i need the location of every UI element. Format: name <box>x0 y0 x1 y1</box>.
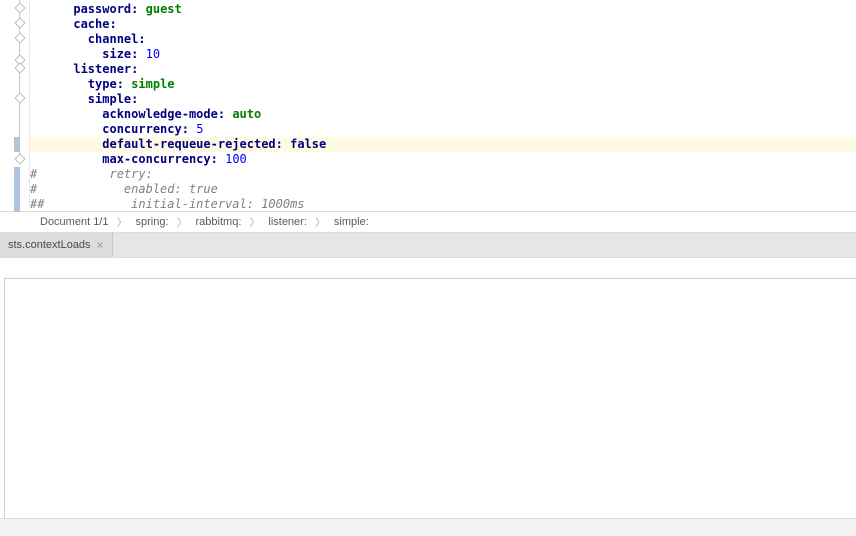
breadcrumb-item[interactable]: listener: <box>268 216 307 228</box>
breadcrumb-item[interactable]: spring: <box>135 216 168 228</box>
breadcrumb: Document 1/1 〉 spring: 〉 rabbitmq: 〉 lis… <box>0 211 856 233</box>
yaml-value: auto <box>232 107 261 121</box>
yaml-key: max-concurrency <box>102 152 210 166</box>
yaml-key: password <box>73 2 131 16</box>
yaml-comment: # enabled: true <box>30 182 218 196</box>
current-line-gutter-mark <box>14 137 20 152</box>
yaml-value: false <box>290 137 326 151</box>
panel-tab[interactable]: sts.contextLoads × <box>0 233 113 257</box>
yaml-key: cache <box>73 17 109 31</box>
yaml-value: simple <box>131 77 174 91</box>
console-output[interactable] <box>4 278 856 522</box>
yaml-key: listener <box>73 62 131 76</box>
yaml-value: 5 <box>196 122 203 136</box>
breadcrumb-doc[interactable]: Document 1/1 <box>40 216 108 228</box>
yaml-comment: # retry: <box>30 167 153 181</box>
chevron-right-icon: 〉 <box>177 214 188 230</box>
yaml-key: acknowledge-mode <box>102 107 218 121</box>
breadcrumb-item[interactable]: rabbitmq: <box>196 216 242 228</box>
yaml-key: default-requeue-rejected <box>102 137 275 151</box>
chevron-right-icon: 〉 <box>315 214 326 230</box>
yaml-key: size <box>102 47 131 61</box>
status-bar <box>0 518 856 536</box>
yaml-value: guest <box>146 2 182 16</box>
panel-tab-bar: sts.contextLoads × <box>0 233 856 257</box>
yaml-key: concurrency <box>102 122 181 136</box>
yaml-value: 10 <box>146 47 160 61</box>
code-content[interactable]: password: guest cache: channel: size: 10… <box>30 0 856 212</box>
chevron-right-icon: 〉 <box>116 214 127 230</box>
yaml-comment: ## initial-interval: 1000ms <box>30 197 305 211</box>
run-panel <box>0 257 856 522</box>
tab-label: sts.contextLoads <box>8 239 91 251</box>
chevron-right-icon: 〉 <box>249 214 260 230</box>
yaml-value: 100 <box>225 152 247 166</box>
close-icon[interactable]: × <box>97 238 104 252</box>
breadcrumb-item[interactable]: simple: <box>334 216 369 228</box>
yaml-key: channel <box>88 32 139 46</box>
yaml-key: simple <box>88 92 131 106</box>
yaml-key: type <box>88 77 117 91</box>
code-editor[interactable]: password: guest cache: channel: size: 10… <box>0 0 856 210</box>
gutter-comment-bar <box>14 167 20 212</box>
